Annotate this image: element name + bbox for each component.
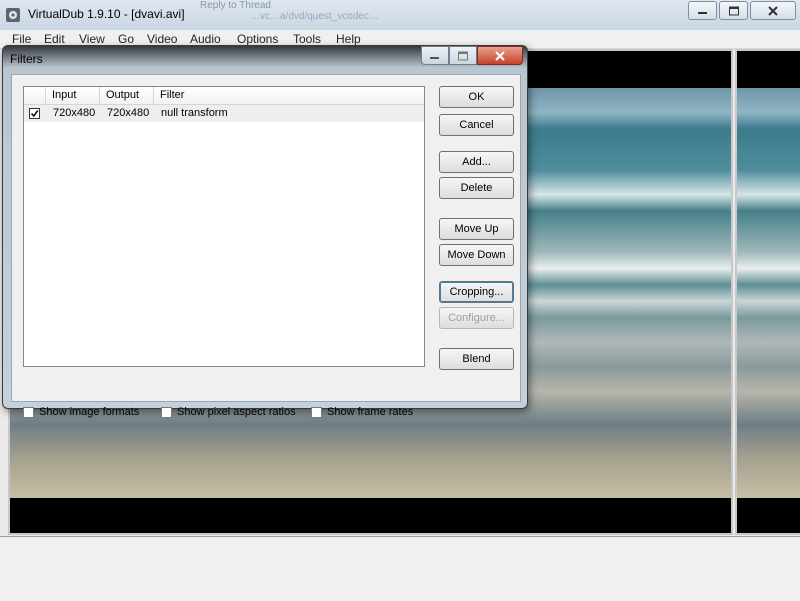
dialog-title: Filters bbox=[10, 52, 43, 66]
maximize-icon bbox=[728, 6, 739, 15]
show-frame-rates-checkbox[interactable] bbox=[311, 407, 322, 418]
show-image-formats-label: Show image formats bbox=[39, 406, 140, 418]
checkmark-icon bbox=[30, 110, 39, 118]
column-filter[interactable]: Filter bbox=[154, 87, 424, 104]
window-controls bbox=[686, 1, 796, 20]
close-button[interactable] bbox=[750, 1, 796, 20]
minimize-icon bbox=[697, 11, 707, 14]
cancel-button[interactable]: Cancel bbox=[439, 114, 514, 136]
status-bar bbox=[0, 536, 800, 601]
add-filter-button[interactable]: Add... bbox=[439, 151, 514, 173]
dialog-window-controls bbox=[421, 46, 523, 65]
show-pixel-aspect-ratios-checkbox[interactable] bbox=[161, 407, 172, 418]
window-title: VirtualDub 1.9.10 - [dvavi.avi] bbox=[28, 7, 185, 21]
menu-tools[interactable]: Tools bbox=[293, 32, 321, 46]
close-icon bbox=[768, 5, 778, 16]
dialog-maximize-button[interactable] bbox=[449, 46, 477, 65]
dialog-client-area: Input Output Filter 720x480 720x480 null… bbox=[11, 74, 521, 418]
minimize-button[interactable] bbox=[688, 1, 717, 20]
menu-video[interactable]: Video bbox=[147, 32, 177, 46]
dialog-close-button[interactable] bbox=[477, 46, 523, 65]
close-icon bbox=[495, 50, 505, 61]
row-filter-name: null transform bbox=[161, 107, 228, 119]
filter-list-header: Input Output Filter bbox=[24, 87, 424, 105]
menu-go[interactable]: Go bbox=[118, 32, 134, 46]
output-video-frame bbox=[737, 88, 800, 498]
background-ghost-text-2: …vc…a/dvd/quest_vcodec… bbox=[250, 11, 379, 22]
menu-options[interactable]: Options bbox=[237, 32, 278, 46]
menu-edit[interactable]: Edit bbox=[44, 32, 65, 46]
show-pixel-aspect-ratios-label: Show pixel aspect ratios bbox=[177, 406, 296, 418]
blend-button[interactable]: Blend bbox=[439, 348, 514, 370]
menu-audio[interactable]: Audio bbox=[190, 32, 221, 46]
ok-button[interactable]: OK bbox=[439, 86, 514, 108]
table-row[interactable]: 720x480 720x480 null transform bbox=[24, 105, 424, 122]
background-ghost-text: Reply to Thread bbox=[200, 0, 271, 11]
maximize-icon bbox=[458, 51, 468, 60]
maximize-button[interactable] bbox=[719, 1, 748, 20]
output-video-pane[interactable] bbox=[735, 49, 800, 535]
column-enabled[interactable] bbox=[24, 87, 46, 104]
delete-filter-button[interactable]: Delete bbox=[439, 177, 514, 199]
column-input[interactable]: Input bbox=[46, 87, 100, 104]
column-output[interactable]: Output bbox=[100, 87, 154, 104]
menu-view[interactable]: View bbox=[79, 32, 105, 46]
filters-dialog: Filters Input Output Filter 720x480 720x… bbox=[2, 45, 528, 418]
show-frame-rates-label: Show frame rates bbox=[327, 406, 414, 418]
menu-file[interactable]: File bbox=[12, 32, 31, 46]
row-enable-checkbox[interactable] bbox=[29, 108, 40, 119]
move-down-button[interactable]: Move Down bbox=[439, 244, 514, 266]
menu-help[interactable]: Help bbox=[336, 32, 361, 46]
cropping-button[interactable]: Cropping... bbox=[439, 281, 514, 303]
move-up-button[interactable]: Move Up bbox=[439, 218, 514, 240]
row-input: 720x480 bbox=[53, 107, 96, 119]
filter-list[interactable]: Input Output Filter 720x480 720x480 null… bbox=[23, 86, 425, 367]
row-output: 720x480 bbox=[107, 107, 150, 119]
main-titlebar[interactable]: VirtualDub 1.9.10 - [dvavi.avi] Reply to… bbox=[0, 0, 800, 30]
configure-button[interactable]: Configure... bbox=[439, 307, 514, 329]
show-image-formats-checkbox[interactable] bbox=[23, 407, 34, 418]
dialog-minimize-button[interactable] bbox=[421, 46, 449, 65]
minimize-icon bbox=[430, 56, 439, 59]
virtualdub-icon bbox=[6, 8, 20, 22]
